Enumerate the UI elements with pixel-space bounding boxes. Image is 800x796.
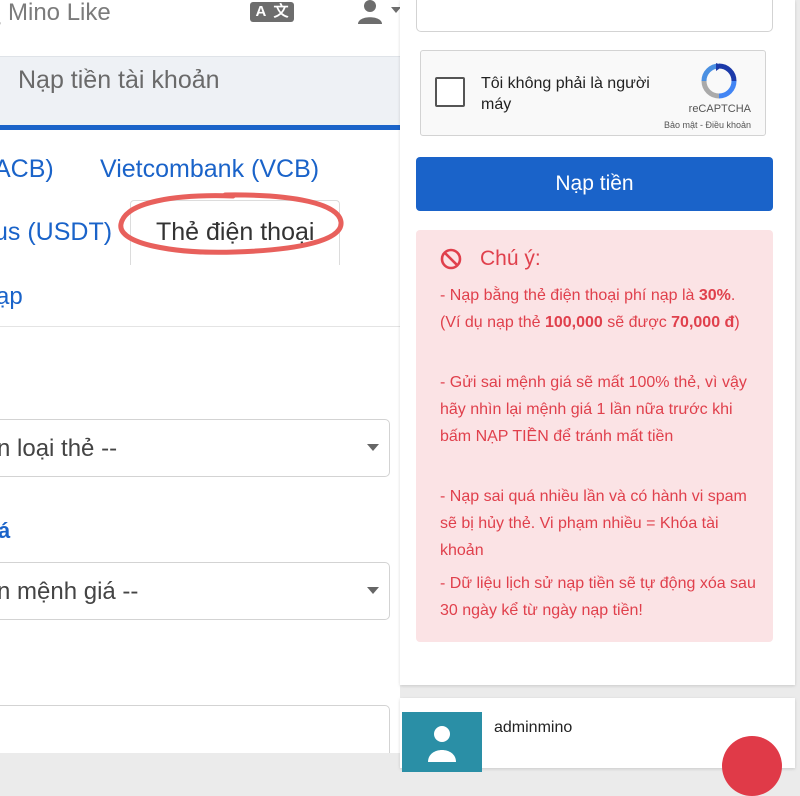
notice-spam-paragraph: - Nạp sai quá nhiều lần và có hành vi sp… — [440, 488, 747, 559]
notice-text: sẽ được — [602, 314, 672, 331]
brand-name[interactable]: Mino Like — [8, 0, 111, 26]
header-underline — [0, 125, 400, 130]
tab-acb[interactable]: ACB) — [0, 154, 54, 184]
chat-username: adminmino — [494, 719, 573, 736]
card-value-select[interactable]: n mệnh giá -- — [0, 562, 390, 620]
card-type-select-value: n loại thẻ -- — [0, 435, 118, 462]
tab-other[interactable]: ạp — [0, 282, 23, 312]
tabs-divider — [0, 326, 400, 327]
floating-action-button[interactable] — [722, 736, 782, 796]
user-icon[interactable] — [357, 0, 383, 24]
chevron-down-icon[interactable] — [391, 7, 400, 13]
tab-usdt[interactable]: us (USDT) — [0, 217, 112, 247]
highlight-annotation-circle — [118, 192, 344, 255]
tab-vietcombank[interactable]: Vietcombank (VCB) — [100, 154, 319, 184]
notice-title-row: Chú ý: — [440, 244, 541, 274]
card-value-select-value: n mệnh giá -- — [0, 578, 139, 605]
translate-icon[interactable]: A文 — [250, 2, 294, 22]
notice-fee-paragraph: - Nạp bằng thẻ điện thoại phí nạp là 30%… — [440, 282, 760, 336]
user-avatar-icon — [428, 726, 456, 762]
caret-down-icon — [367, 444, 379, 451]
notice-title: Chú ý: — [480, 247, 541, 270]
right-panel: Tôi không phải là người máy reCAPTCHA Bả… — [400, 0, 795, 685]
left-panel: Mino Like A文 / Nạp tiền tài khoản ACB) V… — [0, 0, 400, 753]
card-value-label: á — [0, 518, 11, 543]
recaptcha-brand: reCAPTCHA — [688, 103, 751, 115]
recaptcha-widget: Tôi không phải là người máy reCAPTCHA Bả… — [420, 50, 766, 136]
recaptcha-logo-icon — [701, 63, 737, 99]
breadcrumb-chevron-icon: / — [0, 19, 1, 47]
top-input-field[interactable] — [416, 0, 773, 32]
avatar — [402, 712, 482, 772]
submit-deposit-button[interactable]: Nạp tiền — [416, 157, 773, 211]
notice-example-result: 70,000 đ — [671, 314, 735, 331]
page-title: Nạp tiền tài khoản — [18, 66, 220, 94]
notice-text: ) — [734, 314, 740, 331]
notice-history-paragraph: - Dữ liệu lịch sử nạp tiền sẽ tự động xó… — [440, 575, 756, 619]
ban-icon — [440, 248, 462, 270]
notice-text: - Nạp bằng thẻ điện thoại phí nạp là — [440, 287, 699, 304]
recaptcha-terms-link[interactable]: Bảo mật - Điều khoản — [421, 120, 751, 130]
notice-alert: Chú ý: - Nạp bằng thẻ điện thoại phí nạp… — [416, 230, 773, 642]
notice-wrong-value-paragraph: - Gửi sai mệnh giá sẽ mất 100% thẻ, vì v… — [440, 374, 747, 445]
card-serial-input[interactable] — [0, 705, 390, 753]
notice-example-value: 100,000 — [544, 314, 603, 331]
card-type-select[interactable]: n loại thẻ -- — [0, 419, 390, 477]
caret-down-icon — [367, 587, 379, 594]
notice-fee-percent: 30% — [698, 287, 731, 304]
